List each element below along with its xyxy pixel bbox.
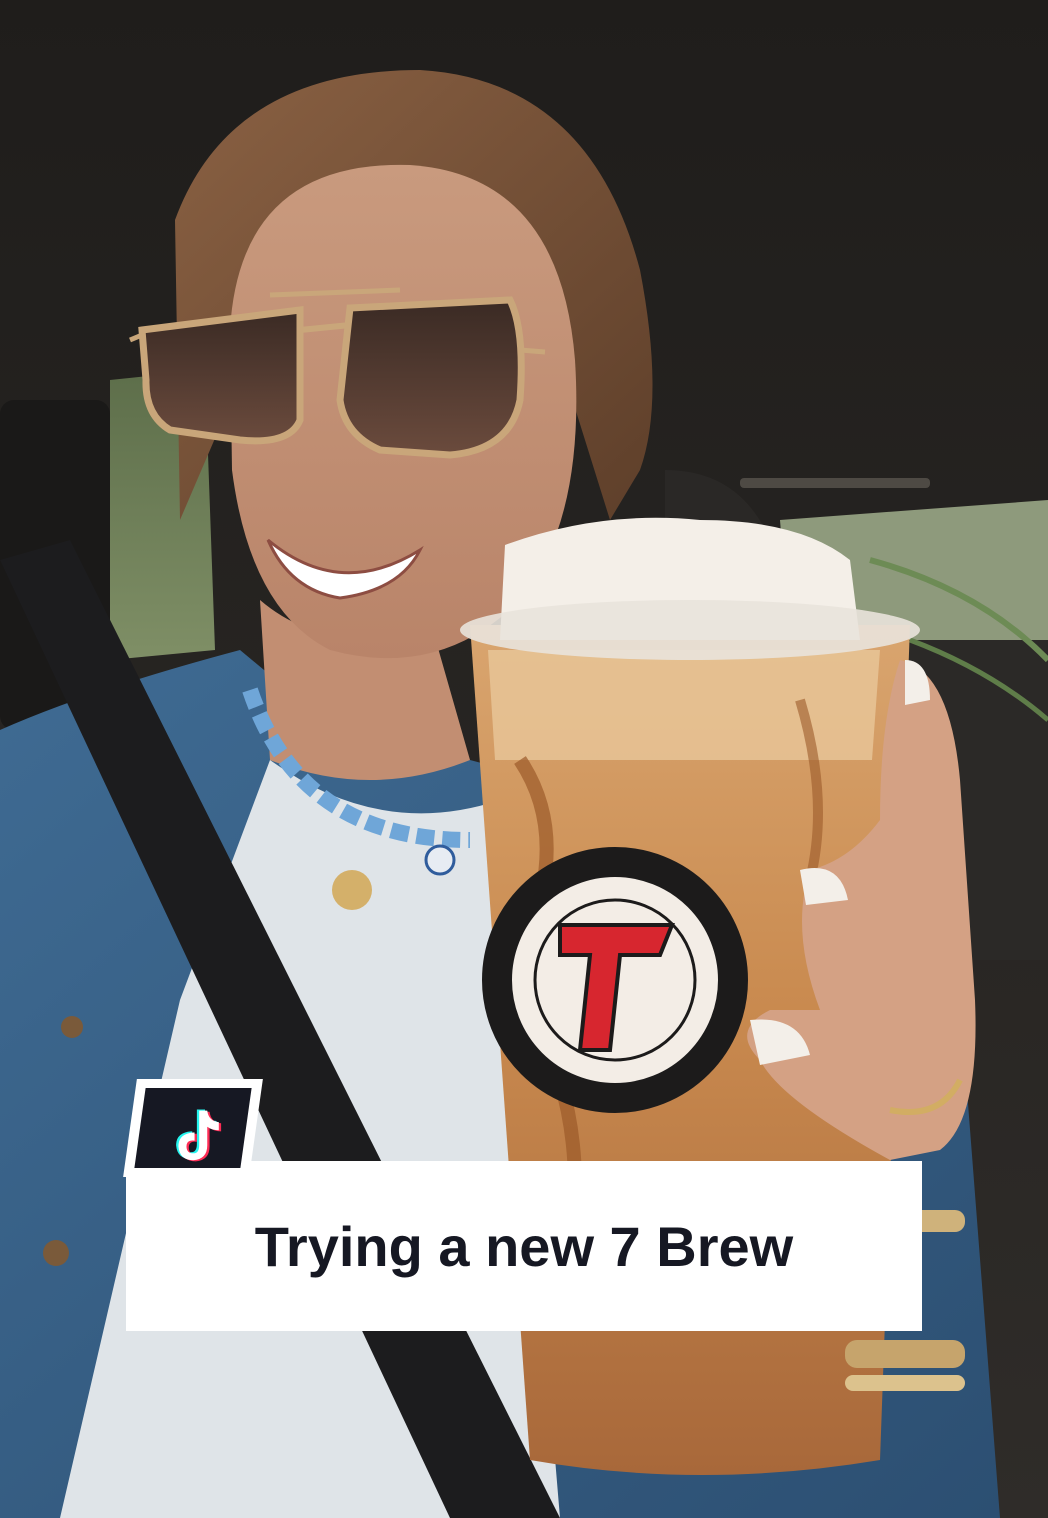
video-frame: Trying a new 7 Brew xyxy=(0,0,1048,1518)
tiktok-badge xyxy=(123,1079,263,1177)
tiktok-badge-background xyxy=(134,1088,252,1168)
tiktok-logo-icon xyxy=(176,1109,222,1162)
caption-bar: Trying a new 7 Brew xyxy=(126,1161,922,1331)
caption-text: Trying a new 7 Brew xyxy=(254,1214,794,1278)
